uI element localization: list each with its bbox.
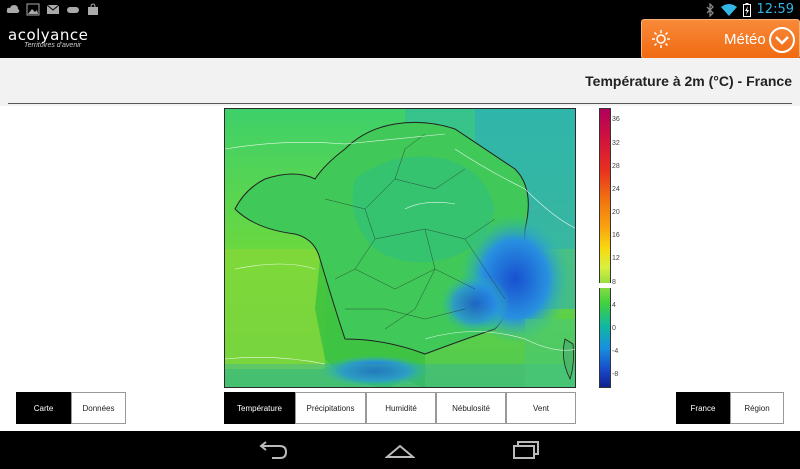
area-toggle: France Région (676, 392, 784, 424)
image-icon (26, 3, 40, 16)
parameter-tabs: Température Précipitations Humidité Nébu… (224, 392, 576, 424)
scale-tick: 16 (612, 232, 620, 239)
page-title: Température à 2m (°C) - France (585, 73, 792, 89)
battery-charging-icon (742, 2, 751, 17)
notification-icons (6, 3, 100, 16)
scale-tick: -8 (612, 371, 619, 378)
chevron-down-icon (769, 27, 795, 53)
scale-tick: 12 (612, 255, 620, 262)
scale-tick: 36 (612, 116, 620, 123)
view-carte-button[interactable]: Carte (16, 392, 71, 424)
back-icon[interactable] (258, 441, 288, 459)
scale-tick: 32 (612, 140, 620, 147)
scale-tick: -4 (612, 348, 619, 355)
page-header: Température à 2m (°C) - France (0, 58, 800, 106)
scale-tick: 8 (612, 279, 616, 286)
scale-tick: 20 (612, 209, 620, 216)
sun-icon (652, 30, 670, 48)
status-bar: 12:59 (0, 0, 800, 20)
area-france-button[interactable]: France (676, 392, 730, 424)
logo-tagline: Territoires d'avenir (24, 42, 82, 49)
system-nav-bar (0, 431, 800, 469)
bluetooth-icon (706, 2, 714, 17)
tab-humidite[interactable]: Humidité (366, 392, 436, 424)
meteo-label: Météo (724, 31, 766, 48)
cloud-upload-icon (6, 5, 20, 13)
tab-temperature[interactable]: Température (224, 392, 295, 424)
recent-apps-icon[interactable] (512, 441, 540, 459)
header-divider (8, 103, 792, 104)
scale-tick: 24 (612, 186, 620, 193)
view-donnees-button[interactable]: Données (71, 392, 126, 424)
map-graphic (225, 109, 575, 387)
view-toggle: Carte Données (16, 392, 126, 424)
wifi-icon (720, 3, 737, 16)
game-controller-icon (67, 7, 79, 13)
temperature-scale (599, 108, 611, 388)
scale-tick: 28 (612, 163, 620, 170)
shopping-bag-icon (88, 3, 98, 15)
home-icon[interactable] (385, 443, 415, 459)
temperature-map[interactable] (224, 108, 576, 388)
scale-marker (599, 283, 611, 288)
scale-tick: 4 (612, 302, 616, 309)
area-region-button[interactable]: Région (730, 392, 784, 424)
scale-tick: 0 (612, 325, 616, 332)
tab-precipitations[interactable]: Précipitations (295, 392, 366, 424)
gmail-icon (46, 4, 60, 14)
clock: 12:59 (756, 2, 794, 17)
tab-nebulosite[interactable]: Nébulosité (436, 392, 506, 424)
tab-vent[interactable]: Vent (506, 392, 576, 424)
meteo-section-button[interactable]: Météo (641, 19, 800, 59)
app-logo[interactable]: acolyance Territoires d'avenir (8, 26, 88, 49)
